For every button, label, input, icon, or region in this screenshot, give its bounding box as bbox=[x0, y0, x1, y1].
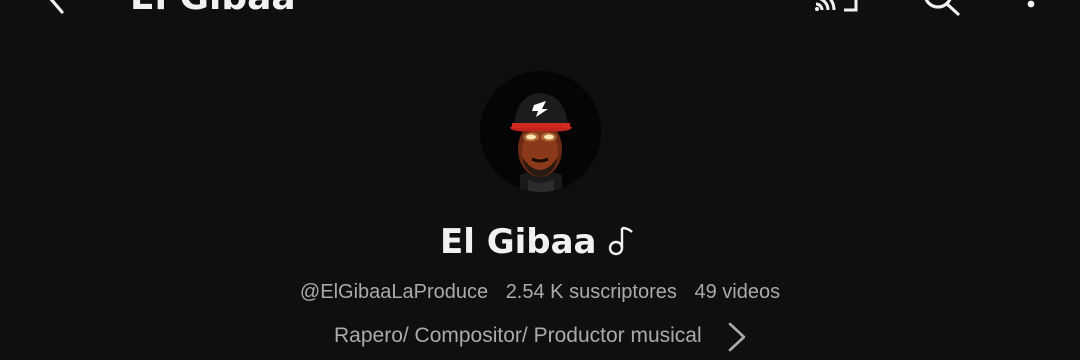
chevron-right-icon bbox=[724, 320, 750, 354]
cast-icon bbox=[815, 0, 858, 12]
channel-handle: @ElGibaaLaProduce bbox=[299, 281, 489, 303]
channel-avatar[interactable] bbox=[480, 71, 601, 192]
subscriber-count: 2.54 K suscriptores bbox=[505, 281, 677, 303]
back-arrow-icon bbox=[49, 0, 64, 14]
channel-description-row[interactable]: Rapero/ Compositor/ Productor musical bbox=[0, 318, 1080, 354]
music-note-icon bbox=[606, 222, 638, 258]
channel-description: Rapero/ Compositor/ Productor musical bbox=[334, 324, 702, 347]
cast-button[interactable] bbox=[810, 0, 864, 18]
page-title: El Gibaa bbox=[130, 0, 296, 18]
video-count: 49 videos bbox=[694, 281, 781, 303]
search-icon bbox=[924, 0, 960, 16]
top-app-bar: El Gibaa bbox=[0, 0, 1080, 40]
channel-meta: @ElGibaaLaProduce 2.54 K suscriptores 49… bbox=[0, 278, 1080, 306]
search-button[interactable] bbox=[918, 0, 966, 18]
back-button[interactable] bbox=[36, 0, 76, 18]
more-options-button[interactable] bbox=[1016, 0, 1046, 18]
more-vert-icon bbox=[1027, 0, 1035, 8]
channel-name: El Gibaa bbox=[440, 222, 597, 262]
channel-name-row: El Gibaa bbox=[0, 218, 1080, 266]
avatar-image bbox=[480, 71, 601, 192]
